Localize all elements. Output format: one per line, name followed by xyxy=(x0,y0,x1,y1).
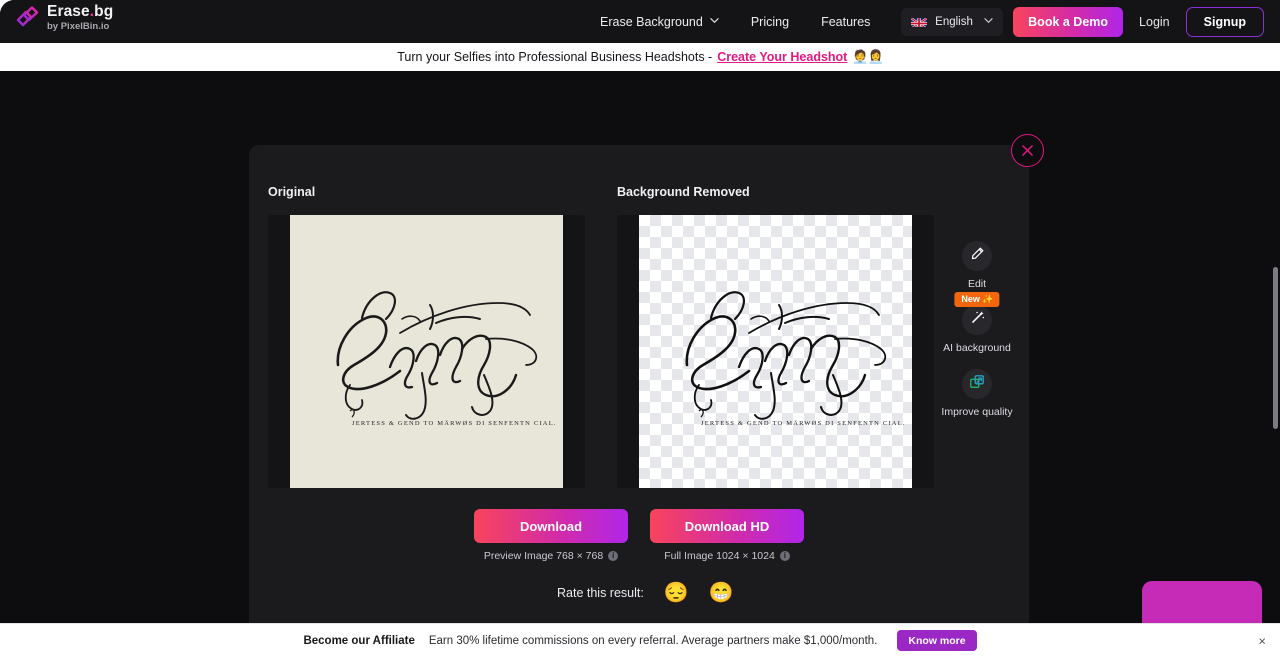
download-hd-caption-text: Full Image 1024 × 1024 xyxy=(664,550,775,562)
image-upscale-icon xyxy=(969,374,985,395)
download-button[interactable]: Download xyxy=(474,509,628,543)
nav-item-pricing[interactable]: Pricing xyxy=(735,0,805,43)
logo[interactable]: Erase.bg by PixelBin.io xyxy=(14,4,113,31)
chevron-down-icon xyxy=(984,16,993,25)
background-removed-image: JERTESS & GEND TO MÄRWØS DI SENFENTN CIA… xyxy=(639,215,912,488)
affiliate-title: Become our Affiliate xyxy=(303,634,415,647)
affiliate-banner: Become our Affiliate Earn 30% lifetime c… xyxy=(0,623,1280,657)
site-header: Erase.bg by PixelBin.io Erase Background… xyxy=(0,0,1280,43)
download-row: Download Preview Image 768 × 768 i Downl… xyxy=(474,509,804,562)
signup-button[interactable]: Signup xyxy=(1185,6,1264,37)
info-icon[interactable]: i xyxy=(608,551,619,561)
modal-overlay: Original Background Removed JERTESS & GE… xyxy=(0,71,1280,657)
tool-rail: Edit New ✨ AI background Improve quality xyxy=(941,241,1013,418)
edit-button[interactable] xyxy=(962,241,992,271)
nav-label: Pricing xyxy=(750,14,790,29)
original-image: JERTESS & GEND TO MÄRWØS DI SENFENTN CIA… xyxy=(290,215,563,488)
magic-wand-icon xyxy=(970,310,985,330)
download-block: Download Preview Image 768 × 768 i xyxy=(474,509,628,562)
affiliate-text: Earn 30% lifetime commissions on every r… xyxy=(428,634,878,647)
result-image-frame: JERTESS & GEND TO MÄRWØS DI SENFENTN CIA… xyxy=(617,215,934,488)
nav-label: Features xyxy=(821,14,871,29)
improve-quality-button[interactable] xyxy=(962,369,992,399)
nav-item-erase-background[interactable]: Erase Background xyxy=(584,0,735,43)
new-badge: New ✨ xyxy=(954,292,1000,307)
nav-label: Erase Background xyxy=(600,14,703,29)
book-a-demo-button[interactable]: Book a Demo xyxy=(1013,6,1124,37)
rate-positive[interactable]: 😁 xyxy=(709,583,734,603)
info-icon[interactable]: i xyxy=(779,551,790,561)
svg-text:JERTESS & GEND TO MÄRWØS: JERTESS & GEND TO MÄRWØS DI SENFENTN CIA… xyxy=(352,420,557,427)
rating-label: Rate this result: xyxy=(557,586,644,600)
login-link[interactable]: Login xyxy=(1133,15,1176,29)
download-hd-block: Download HD Full Image 1024 × 1024 i xyxy=(650,509,804,562)
download-hd-caption: Full Image 1024 × 1024 i xyxy=(664,550,790,562)
original-label: Original xyxy=(268,185,316,199)
svg-text:JERTESS & GEND TO MÄRWØS: JERTESS & GEND TO MÄRWØS DI SENFENTN CIA… xyxy=(701,420,906,427)
page-root: Erase.bg by PixelBin.io Erase Background… xyxy=(0,0,1280,657)
tool-label: Edit xyxy=(967,278,987,290)
announcement-banner: Turn your Selfies into Professional Busi… xyxy=(0,43,1280,71)
main-nav: Erase Background Pricing Features Blogs xyxy=(584,0,950,43)
rate-negative[interactable]: 😔 xyxy=(664,583,689,603)
chevron-down-icon xyxy=(710,16,719,25)
tool-label: AI background xyxy=(943,342,1011,354)
close-affiliate-icon[interactable]: × xyxy=(1258,634,1266,647)
ai-background-button[interactable] xyxy=(962,305,992,335)
close-modal-button[interactable] xyxy=(1011,134,1044,167)
language-selector[interactable]: English xyxy=(901,7,1004,36)
erasebg-logo-icon xyxy=(14,5,40,31)
download-hd-button[interactable]: Download HD xyxy=(650,509,804,543)
headshot-emoji: 🧑‍💼👩‍💼 xyxy=(852,49,883,64)
chat-widget[interactable] xyxy=(1142,581,1262,625)
tool-improve-quality[interactable]: Improve quality xyxy=(941,369,1013,418)
create-headshot-link[interactable]: Create Your Headshot xyxy=(717,50,847,64)
download-caption: Preview Image 768 × 768 i xyxy=(483,550,619,562)
language-label: English xyxy=(935,15,973,28)
pencil-icon xyxy=(970,246,985,266)
close-icon xyxy=(1021,144,1034,157)
scrollbar-thumb[interactable] xyxy=(1273,267,1278,429)
know-more-button[interactable]: Know more xyxy=(897,630,977,651)
uk-flag-icon xyxy=(911,16,928,27)
header-actions: English Book a Demo Login Signup xyxy=(901,0,1264,43)
rating-section: Rate this result: 😔 😁 xyxy=(557,583,734,603)
page-scrollbar[interactable] xyxy=(1272,142,1280,657)
nav-item-features[interactable]: Features xyxy=(805,0,886,43)
logo-subtitle: by PixelBin.io xyxy=(47,20,110,32)
background-removed-label: Background Removed xyxy=(617,185,750,199)
download-caption-text: Preview Image 768 × 768 xyxy=(483,550,604,562)
tool-edit[interactable]: Edit xyxy=(944,241,1010,290)
tool-ai-background[interactable]: New ✨ AI background xyxy=(943,292,1011,354)
logo-title: Erase.bg xyxy=(47,3,114,20)
original-image-frame: JERTESS & GEND TO MÄRWØS DI SENFENTN CIA… xyxy=(268,215,585,488)
announcement-text: Turn your Selfies into Professional Busi… xyxy=(397,50,713,64)
tool-label: Improve quality xyxy=(941,406,1013,418)
